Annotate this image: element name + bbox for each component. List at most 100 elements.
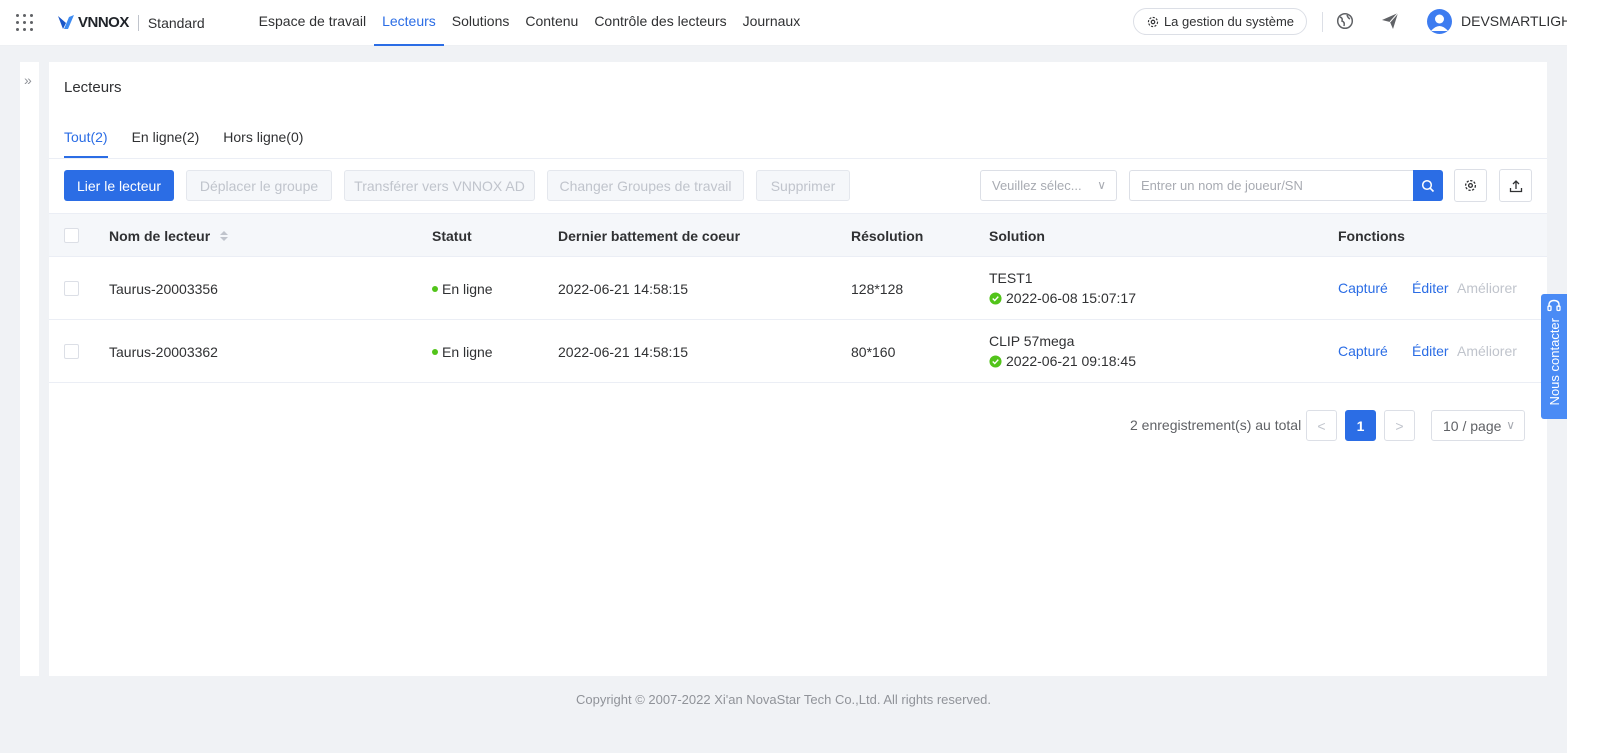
row-checkbox[interactable]: [64, 344, 79, 359]
heartbeat-cell: 2022-06-21 14:58:15: [558, 344, 688, 360]
logo-divider: [137, 14, 139, 31]
settings-button[interactable]: [1454, 169, 1487, 202]
main-nav: Espace de travail Lecteurs Solutions Con…: [251, 0, 809, 46]
prev-page-button[interactable]: <: [1306, 410, 1337, 441]
table-row: Taurus-20003362 En ligne 2022-06-21 14:5…: [49, 320, 1547, 383]
online-status-dot: [432, 349, 438, 356]
solution-name: TEST1: [989, 270, 1033, 286]
resolution-cell: 128*128: [851, 281, 904, 297]
capture-link[interactable]: Capturé: [1338, 280, 1388, 296]
column-functions: Fonctions: [1338, 228, 1405, 244]
logo[interactable]: VNNOX Standard: [56, 13, 205, 33]
player-name: Taurus-20003362: [109, 344, 218, 360]
page-title: Lecteurs: [64, 79, 122, 96]
improve-link[interactable]: Améliorer: [1457, 280, 1517, 296]
nav-content[interactable]: Contenu: [517, 0, 586, 46]
gear-icon: [1147, 16, 1159, 27]
tab-online[interactable]: En ligne(2): [132, 123, 200, 158]
vnnox-logo-icon: [58, 14, 74, 29]
expand-sidebar-icon[interactable]: »: [24, 72, 32, 88]
column-solution: Solution: [989, 228, 1045, 244]
user-icon: [1431, 14, 1448, 31]
solution-name: CLIP 57mega: [989, 333, 1075, 349]
app-grid-icon[interactable]: [14, 13, 34, 33]
table-row: Taurus-20003356 En ligne 2022-06-21 14:5…: [49, 257, 1547, 320]
upload-icon: [1509, 179, 1522, 192]
export-button[interactable]: [1499, 169, 1532, 202]
check-circle-icon: [989, 355, 1002, 368]
brand-name: VNNOX: [78, 14, 129, 31]
bind-player-button[interactable]: Lier le lecteur: [64, 170, 174, 201]
nav-players[interactable]: Lecteurs: [374, 0, 444, 46]
column-status: Statut: [432, 228, 472, 244]
sort-icon[interactable]: [220, 231, 229, 242]
page-size-value: 10 / page: [1443, 417, 1502, 434]
gear-icon: [1464, 179, 1477, 192]
delete-button[interactable]: Supprimer: [756, 170, 850, 201]
status-cell: En ligne: [432, 281, 493, 297]
globe-icon[interactable]: [1335, 11, 1355, 31]
top-bar: VNNOX Standard Espace de travail Lecteur…: [0, 0, 1601, 46]
send-icon[interactable]: [1380, 11, 1400, 31]
sidebar: »: [20, 62, 39, 676]
edit-link[interactable]: Éditer: [1412, 280, 1449, 296]
search-button[interactable]: [1413, 170, 1443, 201]
solution-time-cell: 2022-06-08 15:07:17: [989, 290, 1136, 306]
tab-offline[interactable]: Hors ligne(0): [223, 123, 303, 158]
table-header: Nom de lecteur Statut Dernier battement …: [49, 213, 1547, 257]
system-management-label: La gestion du système: [1163, 14, 1295, 29]
avatar[interactable]: [1427, 9, 1452, 34]
column-heartbeat: Dernier battement de coeur: [558, 228, 741, 244]
improve-link[interactable]: Améliorer: [1457, 343, 1517, 359]
status-text: En ligne: [442, 344, 493, 360]
header-divider: [1322, 12, 1323, 32]
transfer-to-vnnox-ad-button[interactable]: Transférer vers VNNOX AD: [344, 170, 535, 201]
chevron-down-icon: ∨: [1506, 418, 1515, 432]
nav-workspace[interactable]: Espace de travail: [251, 0, 374, 46]
contact-us-button[interactable]: Nous contacter: [1541, 294, 1567, 419]
edition-label: Standard: [147, 14, 205, 31]
column-resolution: Résolution: [851, 228, 924, 244]
row-checkbox[interactable]: [64, 281, 79, 296]
select-all-checkbox[interactable]: [64, 228, 79, 243]
main-panel: Lecteurs Tout(2) En ligne(2) Hors ligne(…: [49, 62, 1547, 676]
column-name-label: Nom de lecteur: [109, 228, 211, 244]
status-tabs: Tout(2) En ligne(2) Hors ligne(0): [64, 123, 327, 158]
system-management-button[interactable]: La gestion du système: [1133, 8, 1307, 35]
resolution-cell: 80*160: [851, 344, 896, 360]
headset-icon: [1547, 299, 1561, 312]
column-name[interactable]: Nom de lecteur: [109, 228, 229, 244]
heartbeat-cell: 2022-06-21 14:58:15: [558, 281, 688, 297]
nav-solutions[interactable]: Solutions: [444, 0, 518, 46]
online-status-dot: [432, 286, 438, 293]
contact-us-label: Nous contacter: [1546, 318, 1562, 406]
tabs-divider: [49, 158, 1547, 159]
group-select-placeholder: Veuillez sélec...: [992, 178, 1082, 193]
status-cell: En ligne: [432, 344, 493, 360]
status-text: En ligne: [442, 281, 493, 297]
capture-link[interactable]: Capturé: [1338, 343, 1388, 359]
page-1-button[interactable]: 1: [1345, 410, 1376, 441]
change-workgroup-button[interactable]: Changer Groupes de travail: [547, 170, 744, 201]
total-count: 2 enregistrement(s) au total: [1130, 417, 1302, 433]
check-circle-icon: [989, 292, 1002, 305]
chevron-down-icon: ∨: [1097, 178, 1106, 192]
group-select[interactable]: Veuillez sélec... ∨: [980, 170, 1117, 201]
right-edge: [1567, 0, 1601, 753]
solution-time-cell: 2022-06-21 09:18:45: [989, 353, 1136, 369]
page-size-select[interactable]: 10 / page ∨: [1431, 410, 1525, 441]
tab-all[interactable]: Tout(2): [64, 123, 108, 158]
solution-time: 2022-06-08 15:07:17: [1006, 290, 1136, 306]
nav-logs[interactable]: Journaux: [735, 0, 809, 46]
move-group-button[interactable]: Déplacer le groupe: [186, 170, 332, 201]
edit-link[interactable]: Éditer: [1412, 343, 1449, 359]
search-icon: [1421, 179, 1435, 192]
nav-player-control[interactable]: Contrôle des lecteurs: [586, 0, 734, 46]
players-table: Nom de lecteur Statut Dernier battement …: [49, 213, 1547, 383]
next-page-button[interactable]: >: [1384, 410, 1415, 441]
footer-copyright: Copyright © 2007-2022 Xi'an NovaStar Tec…: [575, 692, 992, 707]
player-name: Taurus-20003356: [109, 281, 218, 297]
solution-time: 2022-06-21 09:18:45: [1006, 353, 1136, 369]
search-input[interactable]: [1129, 170, 1414, 201]
user-name[interactable]: DEVSMARTLIGHT: [1461, 13, 1580, 29]
